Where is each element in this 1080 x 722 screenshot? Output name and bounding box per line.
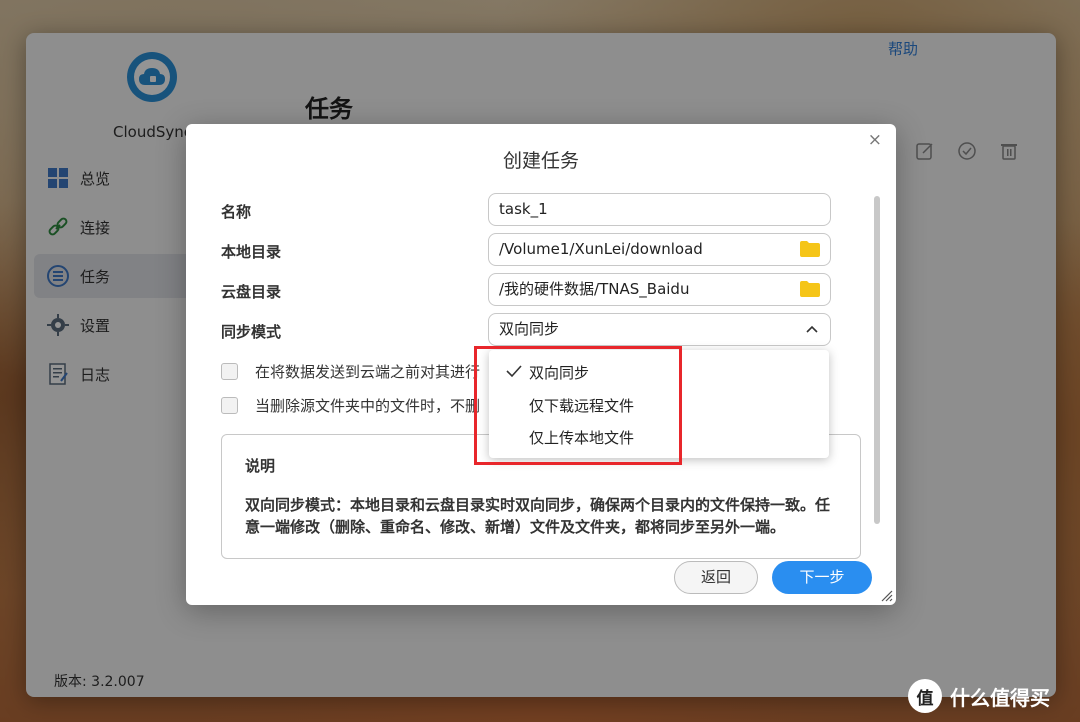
dialog-scrollbar[interactable] [874,196,880,524]
local-dir-field[interactable]: /Volume1/XunLei/download [488,233,831,266]
cloud-dir-field[interactable]: /我的硬件数据/TNAS_Baidu [488,273,831,306]
name-field-value: task_1 [499,200,548,218]
annotation-highlight-box [474,346,682,465]
name-field[interactable]: task_1 [488,193,831,226]
sync-mode-value: 双向同步 [499,320,560,338]
watermark-logo-icon: 值 [908,679,942,713]
watermark: 值 什么值得买 [908,679,1050,713]
encrypt-checkbox[interactable] [221,363,238,380]
close-icon[interactable]: × [868,130,882,150]
local-dir-value: /Volume1/XunLei/download [499,240,703,258]
local-dir-label: 本地目录 [221,243,282,261]
description-text: 双向同步模式：本地目录和云盘目录实时双向同步，确保两个目录内的文件保持一致。任意… [245,496,831,536]
watermark-text: 什么值得买 [950,685,1050,710]
keep-deleted-checkbox[interactable] [221,397,238,414]
cloud-dir-value: /我的硬件数据/TNAS_Baidu [499,280,690,298]
back-button[interactable]: 返回 [674,561,758,594]
keep-deleted-option[interactable]: 当删除源文件夹中的文件时，不删 [221,395,480,416]
cloud-dir-label: 云盘目录 [221,283,282,301]
encrypt-option[interactable]: 在将数据发送到云端之前对其进行 [221,361,480,382]
name-label: 名称 [221,203,252,221]
resize-grip-icon[interactable] [879,588,893,602]
dialog-title: 创建任务 [502,150,579,172]
next-button[interactable]: 下一步 [772,561,872,594]
folder-icon[interactable] [800,281,820,297]
keep-deleted-label: 当删除源文件夹中的文件时，不删 [255,397,481,415]
sync-mode-select[interactable]: 双向同步 [488,313,831,346]
sync-mode-label: 同步模式 [221,323,282,341]
encrypt-label: 在将数据发送到云端之前对其进行 [255,363,481,381]
chevron-up-icon [806,325,818,333]
folder-icon[interactable] [800,241,820,257]
